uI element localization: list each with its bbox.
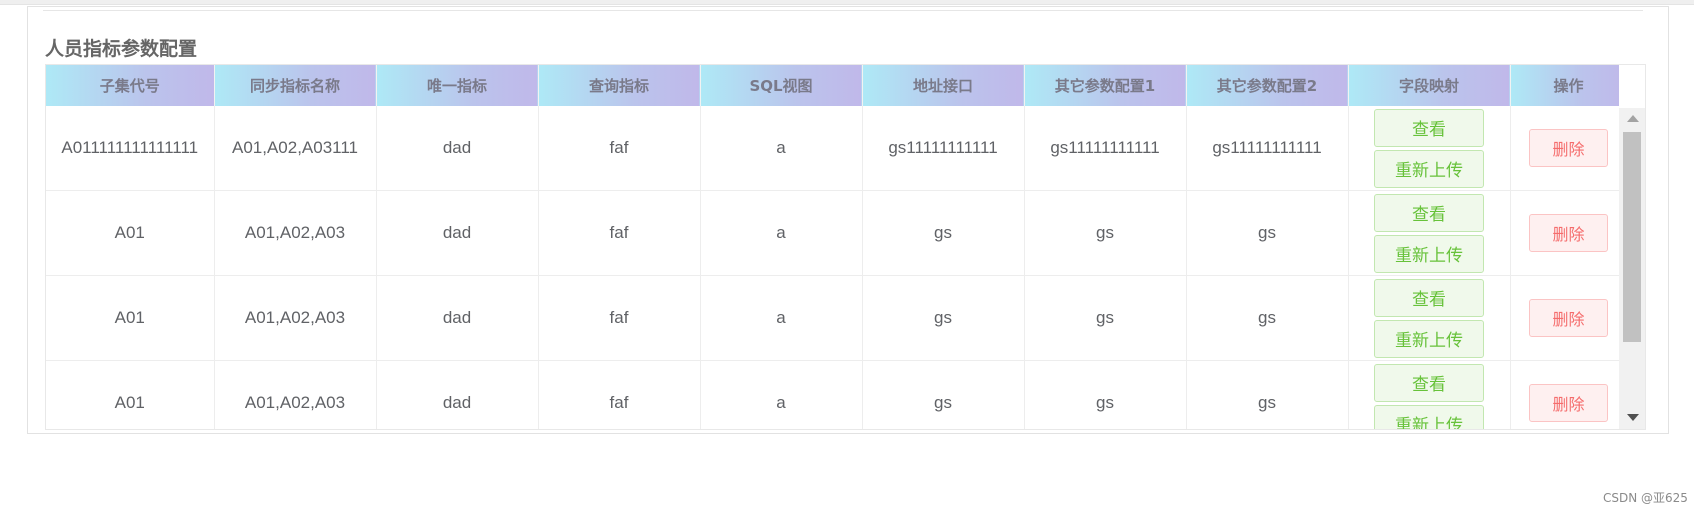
cell-sync-name: A01,A02,A03111 [214,106,377,191]
vertical-scrollbar[interactable] [1619,108,1645,429]
page-title: 人员指标参数配置 [45,38,198,60]
cell-address: gs11111111111 [862,106,1025,191]
table-row: A01 A01,A02,A03 dad faf a gs gs gs 查看 重新… [46,360,1628,429]
reupload-button[interactable]: 重新上传 [1374,234,1484,273]
cell-sync-name: A01,A02,A03 [214,275,377,361]
cell-other2: gs [1186,190,1349,276]
col-header-query[interactable]: 查询指标 [538,65,701,106]
cell-query: faf [538,190,701,276]
cell-unique: dad [376,275,539,361]
scroll-thumb[interactable] [1623,132,1641,342]
cell-subset: A01 [46,360,215,429]
cell-other2: gs [1186,275,1349,361]
cell-sql-view: a [700,190,863,276]
col-header-unique[interactable]: 唯一指标 [376,65,539,106]
cell-query: faf [538,106,701,191]
cell-other1: gs11111111111 [1024,106,1187,191]
reupload-button[interactable]: 重新上传 [1374,149,1484,188]
scroll-up-arrow-icon[interactable] [1627,115,1639,122]
col-header-other2[interactable]: 其它参数配置2 [1186,65,1349,106]
cell-subset: A01 [46,190,215,276]
cell-subset: A011111111111111 [46,106,215,191]
cell-other1: gs [1024,360,1187,429]
cell-query: faf [538,275,701,361]
scroll-down-arrow-icon[interactable] [1627,414,1639,421]
panel-divider [43,10,1643,11]
cell-subset: A01 [46,275,215,361]
cell-actions: 删除 [1510,106,1628,191]
view-button[interactable]: 查看 [1374,363,1484,402]
config-panel: 人员指标参数配置 子集代号 同步指标名称 唯一指标 查询指标 SQL视图 地址接… [27,6,1669,434]
delete-button[interactable]: 删除 [1529,299,1608,337]
cell-unique: dad [376,360,539,429]
top-divider [0,0,1694,5]
cell-field-mapping: 查看 重新上传 [1348,360,1511,429]
delete-button[interactable]: 删除 [1529,214,1608,252]
view-button[interactable]: 查看 [1374,193,1484,232]
col-header-sql-view[interactable]: SQL视图 [700,65,863,106]
cell-sql-view: a [700,360,863,429]
cell-sql-view: a [700,106,863,191]
cell-unique: dad [376,106,539,191]
table-header-row: 子集代号 同步指标名称 唯一指标 查询指标 SQL视图 地址接口 其它参数配置1… [46,65,1628,106]
cell-other2: gs [1186,360,1349,429]
cell-other1: gs [1024,275,1187,361]
col-header-address[interactable]: 地址接口 [862,65,1025,106]
header-gutter [1619,65,1645,108]
col-header-subset[interactable]: 子集代号 [46,65,215,106]
cell-actions: 删除 [1510,275,1628,361]
cell-field-mapping: 查看 重新上传 [1348,275,1511,361]
cell-field-mapping: 查看 重新上传 [1348,190,1511,276]
cell-address: gs [862,190,1025,276]
cell-address: gs [862,360,1025,429]
cell-actions: 删除 [1510,190,1628,276]
cell-address: gs [862,275,1025,361]
reupload-button[interactable]: 重新上传 [1374,319,1484,358]
delete-button[interactable]: 删除 [1529,384,1608,422]
cell-actions: 删除 [1510,360,1628,429]
col-header-actions[interactable]: 操作 [1510,65,1628,106]
table-row: A01 A01,A02,A03 dad faf a gs gs gs 查看 重新… [46,190,1628,276]
cell-field-mapping: 查看 重新上传 [1348,106,1511,191]
col-header-other1[interactable]: 其它参数配置1 [1024,65,1187,106]
reupload-button[interactable]: 重新上传 [1374,404,1484,429]
table-row: A011111111111111 A01,A02,A03111 dad faf … [46,106,1628,191]
cell-query: faf [538,360,701,429]
cell-sync-name: A01,A02,A03 [214,190,377,276]
cell-sql-view: a [700,275,863,361]
view-button[interactable]: 查看 [1374,278,1484,317]
delete-button[interactable]: 删除 [1529,129,1608,167]
view-button[interactable]: 查看 [1374,108,1484,147]
cell-other1: gs [1024,190,1187,276]
cell-sync-name: A01,A02,A03 [214,360,377,429]
watermark: CSDN @亚625 [1603,491,1688,505]
cell-unique: dad [376,190,539,276]
config-table: 子集代号 同步指标名称 唯一指标 查询指标 SQL视图 地址接口 其它参数配置1… [45,64,1646,430]
cell-other2: gs11111111111 [1186,106,1349,191]
col-header-sync-name[interactable]: 同步指标名称 [214,65,377,106]
table-row: A01 A01,A02,A03 dad faf a gs gs gs 查看 重新… [46,275,1628,361]
col-header-field-mapping[interactable]: 字段映射 [1348,65,1511,106]
